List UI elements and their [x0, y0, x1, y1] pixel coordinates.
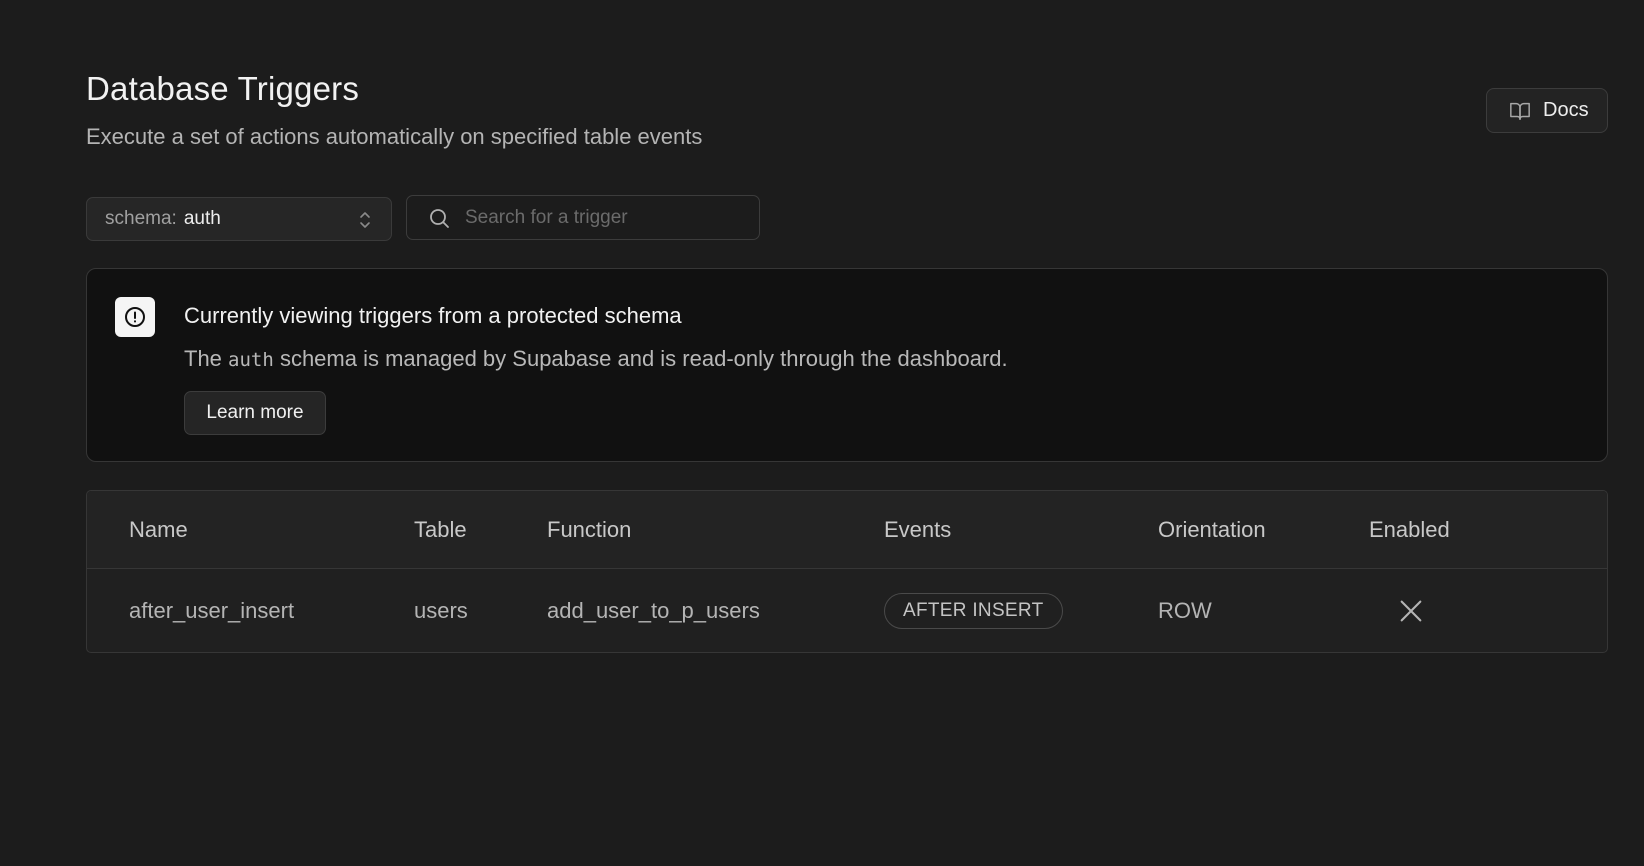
page-title: Database Triggers	[86, 70, 360, 107]
x-icon	[1400, 600, 1422, 622]
protected-schema-alert: Currently viewing triggers from a protec…	[86, 268, 1608, 462]
docs-button-label: Docs	[1543, 99, 1589, 121]
column-header-events: Events	[884, 516, 952, 542]
schema-selector-prefix: schema:	[105, 208, 177, 229]
alert-description: The auth schema is managed by Supabase a…	[184, 346, 1008, 372]
trigger-orientation: ROW	[1158, 598, 1212, 623]
table-header: Name Table Function Events Orientation E…	[87, 491, 1607, 569]
triggers-table: Name Table Function Events Orientation E…	[86, 490, 1608, 653]
alert-circle-icon	[125, 307, 145, 327]
column-header-orientation: Orientation	[1158, 516, 1266, 542]
alert-title: Currently viewing triggers from a protec…	[184, 303, 682, 328]
chevrons-up-down-icon	[360, 212, 370, 228]
event-badge: AFTER INSERT	[884, 593, 1063, 629]
alert-desc-after: schema is managed by Supabase and is rea…	[279, 346, 1008, 371]
trigger-enabled-cell	[1369, 569, 1425, 652]
search-icon	[430, 208, 449, 228]
page-subtitle: Execute a set of actions automatically o…	[86, 124, 703, 149]
schema-selector[interactable]: schema: auth	[86, 197, 392, 241]
alert-desc-code: auth	[228, 349, 274, 371]
trigger-events-cell: AFTER INSERT	[884, 569, 1063, 652]
trigger-table: users	[414, 598, 468, 623]
docs-button[interactable]: Docs	[1486, 88, 1608, 133]
book-open-icon	[1510, 102, 1530, 120]
learn-more-button[interactable]: Learn more	[184, 391, 326, 435]
trigger-search[interactable]	[406, 195, 760, 240]
database-triggers-page: Database Triggers Execute a set of actio…	[0, 0, 1644, 866]
schema-selector-value: auth	[183, 208, 221, 229]
column-header-function: Function	[547, 516, 632, 542]
search-input[interactable]	[465, 196, 759, 239]
column-header-name: Name	[129, 516, 188, 542]
column-header-enabled: Enabled	[1369, 516, 1450, 542]
table-row[interactable]: after_user_insert users add_user_to_p_us…	[87, 569, 1607, 652]
trigger-function: add_user_to_p_users	[547, 598, 760, 623]
alert-icon-box	[115, 297, 155, 337]
alert-desc-before: The	[184, 346, 222, 371]
column-header-table: Table	[414, 516, 467, 542]
trigger-name: after_user_insert	[129, 598, 295, 623]
